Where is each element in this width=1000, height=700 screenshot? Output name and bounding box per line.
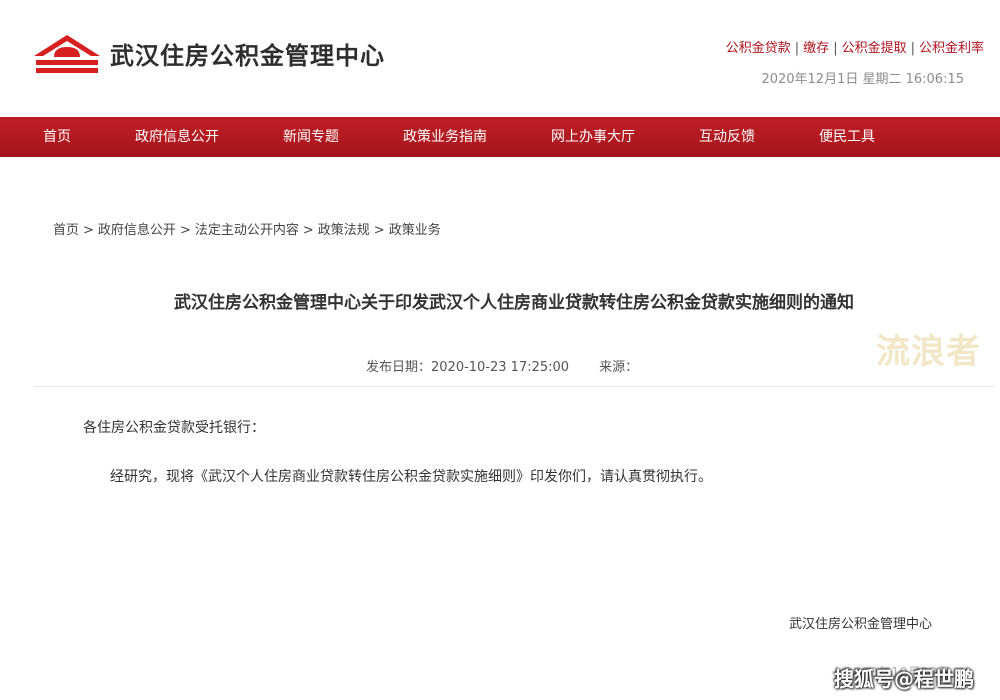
breadcrumb: 首页 > 政府信息公开 > 法定主动公开内容 > 政策法规 > 政策业务 <box>53 219 441 238</box>
nav-item-online-service[interactable]: 网上办事大厅 <box>551 117 635 157</box>
quick-link-loan[interactable]: 公积金贷款 <box>726 41 791 56</box>
link-separator: | <box>794 41 800 56</box>
main-nav: 首页 政府信息公开 新闻专题 政策业务指南 网上办事大厅 互动反馈 便民工具 <box>0 117 1000 157</box>
article-meta: 发布日期：2020-10-23 17:25:00 来源： <box>366 356 638 375</box>
sohu-watermark: 搜狐号@程世鹏 <box>834 667 974 691</box>
site-title: 武汉住房公积金管理中心 <box>110 42 385 70</box>
quick-link-rate[interactable]: 公积金利率 <box>919 41 984 56</box>
breadcrumb-separator: > <box>83 223 94 238</box>
article-title: 武汉住房公积金管理中心关于印发武汉个人住房商业贷款转住房公积金贷款实施细则的通知 <box>174 293 854 313</box>
nav-item-home[interactable]: 首页 <box>43 117 71 157</box>
overlay-watermark: 流浪者 <box>876 332 981 372</box>
signature: 武汉住房公积金管理中心 <box>789 617 933 632</box>
nav-item-gov-info[interactable]: 政府信息公开 <box>135 117 219 157</box>
quick-link-withdraw[interactable]: 公积金提取 <box>842 41 907 56</box>
breadcrumb-regulations[interactable]: 政策法规 <box>318 223 370 238</box>
nav-item-policy-guide[interactable]: 政策业务指南 <box>403 117 487 157</box>
publish-date: 发布日期：2020-10-23 17:25:00 <box>366 360 570 375</box>
breadcrumb-separator: > <box>179 223 191 238</box>
logo-house-icon <box>34 35 100 73</box>
breadcrumb-policy-business[interactable]: 政策业务 <box>389 223 441 238</box>
breadcrumb-statutory[interactable]: 法定主动公开内容 <box>195 223 299 238</box>
quick-links: 公积金贷款 | 缴存 | 公积金提取 | 公积金利率 <box>726 37 984 56</box>
divider <box>34 386 994 387</box>
link-separator: | <box>833 41 838 56</box>
breadcrumb-gov-info[interactable]: 政府信息公开 <box>98 223 176 238</box>
current-date: 2020年12月1日 星期二 16:06:15 <box>761 72 964 87</box>
salutation: 各住房公积金贷款受托银行： <box>83 420 265 436</box>
source-label: 来源： <box>599 360 639 375</box>
breadcrumb-separator: > <box>373 223 385 238</box>
quick-link-deposit[interactable]: 缴存 <box>803 41 829 56</box>
site-header: 武汉住房公积金管理中心 公积金贷款 | 缴存 | 公积金提取 | 公积金利率 2020年12… <box>0 0 1000 117</box>
nav-item-tools[interactable]: 便民工具 <box>819 117 875 157</box>
nav-item-feedback[interactable]: 互动反馈 <box>699 117 755 157</box>
page: 武汉住房公积金管理中心 公积金贷款 | 缴存 | 公积金提取 | 公积金利率 2020年12… <box>0 0 1000 700</box>
breadcrumb-separator: > <box>302 223 314 238</box>
breadcrumb-home[interactable]: 首页 <box>53 223 79 238</box>
nav-item-news[interactable]: 新闻专题 <box>283 117 339 157</box>
link-separator: | <box>910 41 915 56</box>
body-paragraph: 经研究，现将《武汉个人住房商业贷款转住房公积金贷款实施细则》印发你们，请认真贯彻… <box>110 469 712 485</box>
